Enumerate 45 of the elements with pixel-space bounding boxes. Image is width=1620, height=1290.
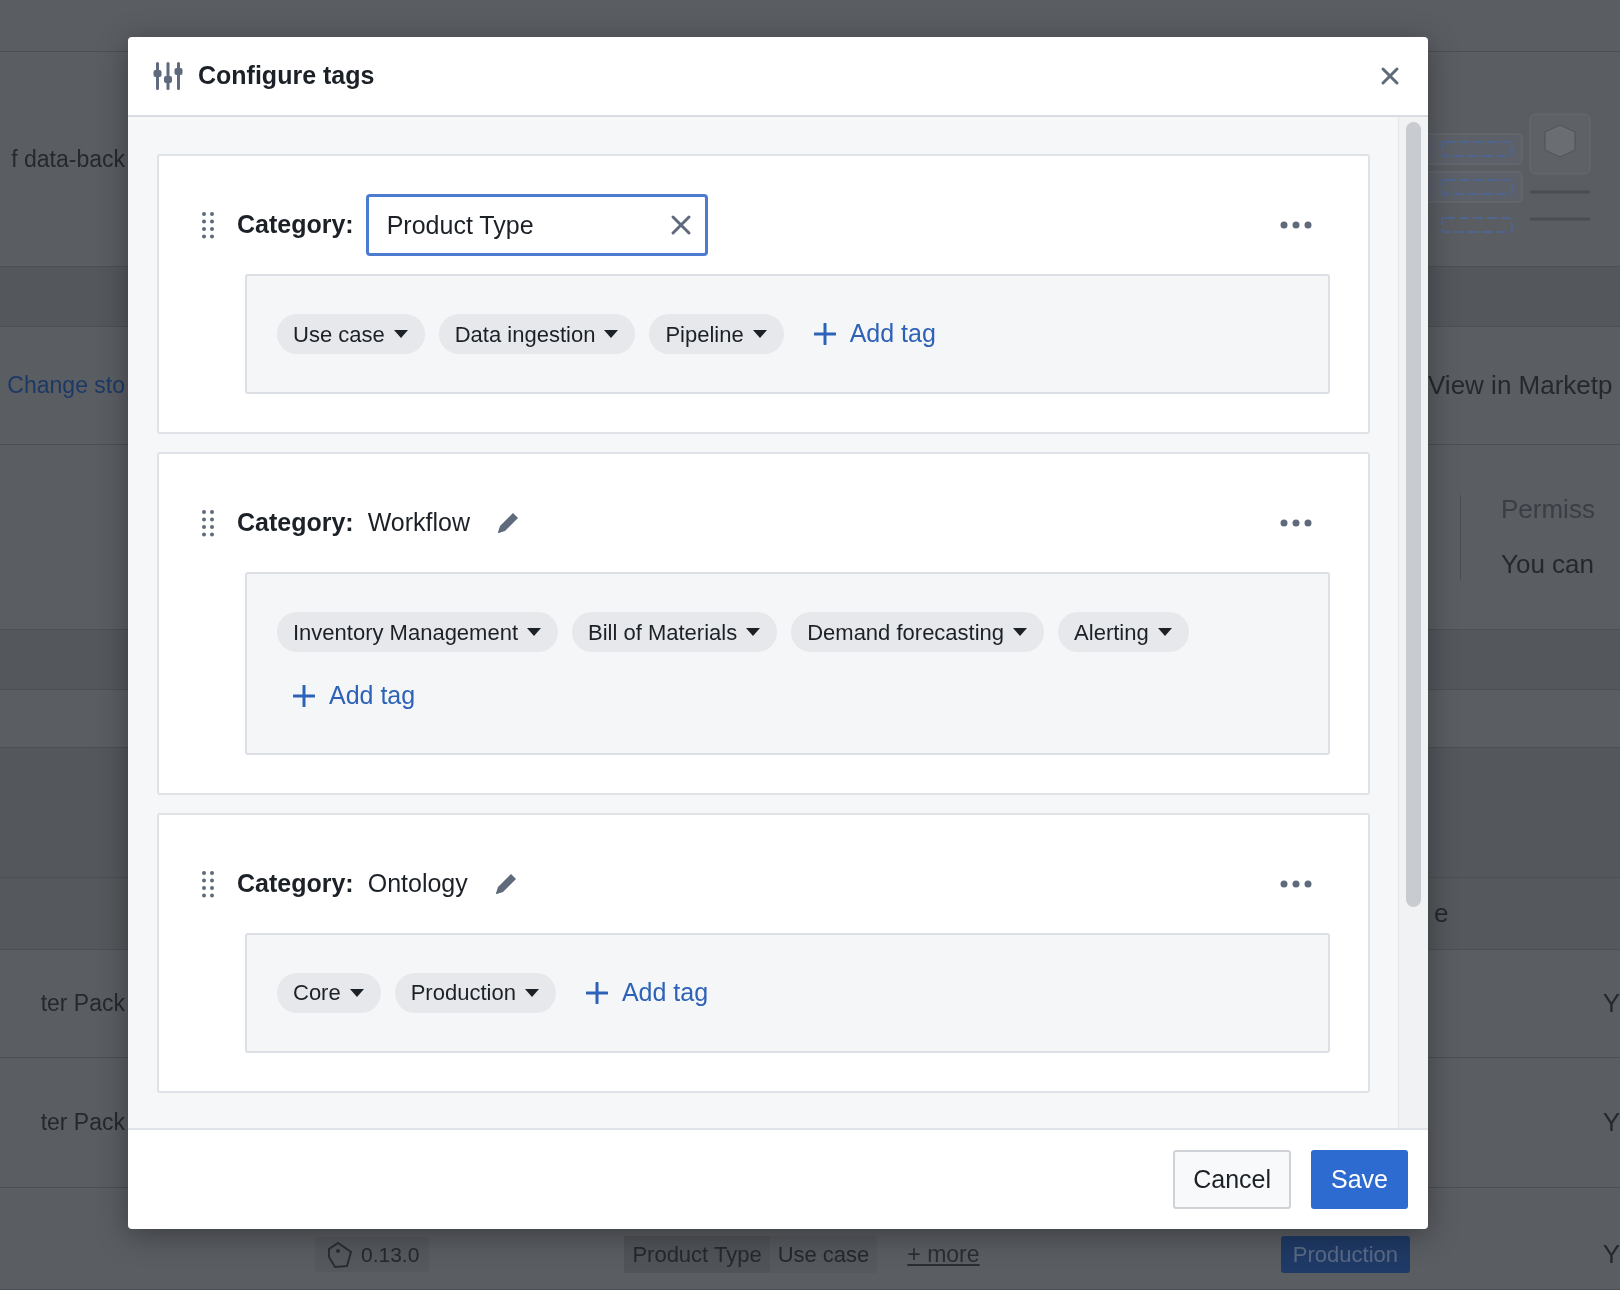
tag-dropdown[interactable]: Inventory Management [277, 612, 559, 652]
tag-dropdown[interactable]: Data ingestion [438, 314, 636, 354]
add-tag-button[interactable]: Add tag [805, 315, 944, 353]
category-name-field[interactable]: Product Type [365, 194, 708, 256]
tag-dropdown[interactable]: Demand forecasting [791, 612, 1045, 652]
tag-dropdown[interactable]: Pipeline [649, 314, 784, 354]
plus-icon [813, 323, 836, 345]
cancel-button[interactable]: Cancel [1173, 1150, 1291, 1209]
scrollbar[interactable] [1398, 117, 1428, 1128]
close-icon [1380, 66, 1400, 86]
clear-icon [669, 214, 692, 236]
drag-handle-icon [201, 211, 215, 239]
add-tag-button[interactable]: Add tag [285, 677, 424, 715]
category-name: Workflow [367, 507, 471, 539]
status-badge: Production [1280, 1236, 1410, 1273]
caret-icon [1156, 627, 1173, 637]
caret-icon [348, 987, 365, 998]
caret-icon [392, 329, 409, 339]
caret-icon [523, 987, 540, 998]
category-name: Ontology [367, 867, 468, 899]
save-button[interactable]: Save [1311, 1150, 1408, 1209]
tag-dropdown[interactable]: Production [394, 972, 556, 1013]
caret-icon [1012, 627, 1029, 637]
tag-icon [325, 1239, 355, 1270]
sliders-icon [152, 60, 184, 92]
plus-icon [293, 684, 315, 707]
more-icon [1280, 519, 1312, 527]
caret-icon [526, 627, 543, 637]
dialog-title: Configure tags [198, 60, 375, 92]
drag-handle-icon [201, 509, 215, 537]
drag-handle-icon [201, 869, 215, 898]
tag-dropdown[interactable]: Use case [277, 314, 425, 354]
category-label: Category: [237, 507, 354, 539]
tag-dropdown[interactable]: Core [277, 972, 381, 1013]
caret-icon [751, 329, 768, 339]
more-icon [1280, 221, 1312, 229]
tag-dropdown[interactable]: Bill of Materials [572, 612, 778, 652]
caret-icon [745, 627, 762, 637]
tag-dropdown[interactable]: Alerting [1058, 612, 1189, 652]
plus-icon [585, 981, 608, 1004]
add-tag-button[interactable]: Add tag [577, 973, 717, 1012]
more-icon [1280, 879, 1312, 888]
category-label: Category: [237, 867, 354, 899]
caret-icon [603, 329, 620, 339]
category-label: Category: [237, 209, 354, 241]
